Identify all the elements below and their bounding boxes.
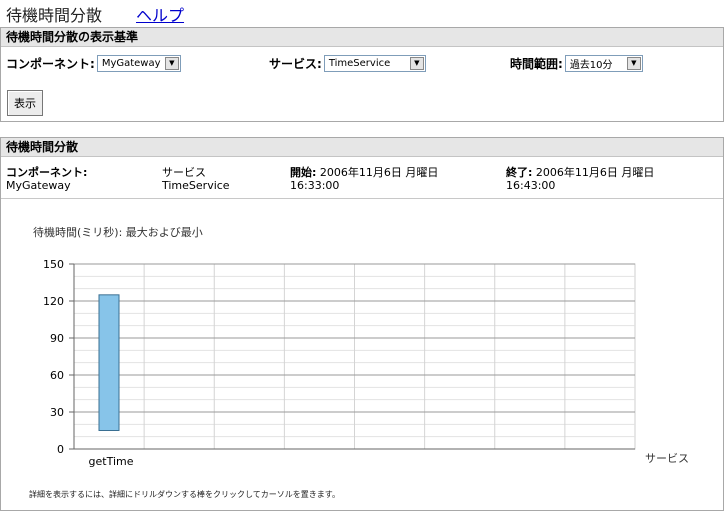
time-range-field: 時間範囲: 過去10分 ▼	[510, 55, 643, 72]
latency-chart: 0 30 60 90 120 150 getTime サービス	[43, 258, 689, 468]
chevron-down-icon: ▼	[164, 57, 179, 70]
criteria-panel-header: 待機時間分散の表示基準	[1, 28, 723, 47]
time-range-label: 時間範囲:	[510, 57, 563, 71]
y-tick-label: 60	[50, 369, 64, 382]
y-tick-label: 150	[43, 258, 64, 271]
chevron-down-icon: ▼	[409, 57, 424, 70]
component-label: コンポーネント:	[6, 57, 95, 71]
show-button[interactable]: 表示	[7, 90, 43, 116]
criteria-panel: 待機時間分散の表示基準 コンポーネント: MyGateway ▼ サービス: T…	[0, 27, 724, 122]
service-select-value: TimeService	[328, 58, 391, 69]
service-select[interactable]: TimeService ▼	[323, 55, 426, 72]
y-tick-label: 90	[50, 332, 64, 345]
x-axis-label: サービス	[645, 452, 689, 465]
chevron-down-icon: ▼	[626, 57, 641, 70]
component-field: コンポーネント: MyGateway ▼	[6, 55, 181, 72]
y-tick-label: 30	[50, 406, 64, 419]
time-range-select-value: 過去10分	[569, 60, 613, 71]
component-select[interactable]: MyGateway ▼	[96, 55, 181, 72]
x-tick-label: getTime	[89, 455, 134, 468]
time-range-select[interactable]: 過去10分 ▼	[564, 55, 643, 72]
footnote: 詳細を表示するには、詳細にドリルダウンする棒をクリックしてカーソルを置きます。	[29, 490, 340, 499]
help-link[interactable]: ヘルプ	[136, 2, 184, 26]
service-field: サービス: TimeService ▼	[269, 55, 426, 72]
bar-getTime[interactable]	[98, 294, 120, 431]
title-row: 待機時間分散 ヘルプ	[6, 2, 184, 26]
y-tick-label: 0	[57, 443, 64, 456]
results-panel: 待機時間分散 コンポーネント: MyGateway サービス TimeServi…	[0, 137, 724, 511]
component-select-value: MyGateway	[101, 58, 161, 69]
page-title: 待機時間分散	[6, 6, 103, 25]
service-label: サービス:	[269, 57, 322, 71]
y-tick-label: 120	[43, 295, 64, 308]
